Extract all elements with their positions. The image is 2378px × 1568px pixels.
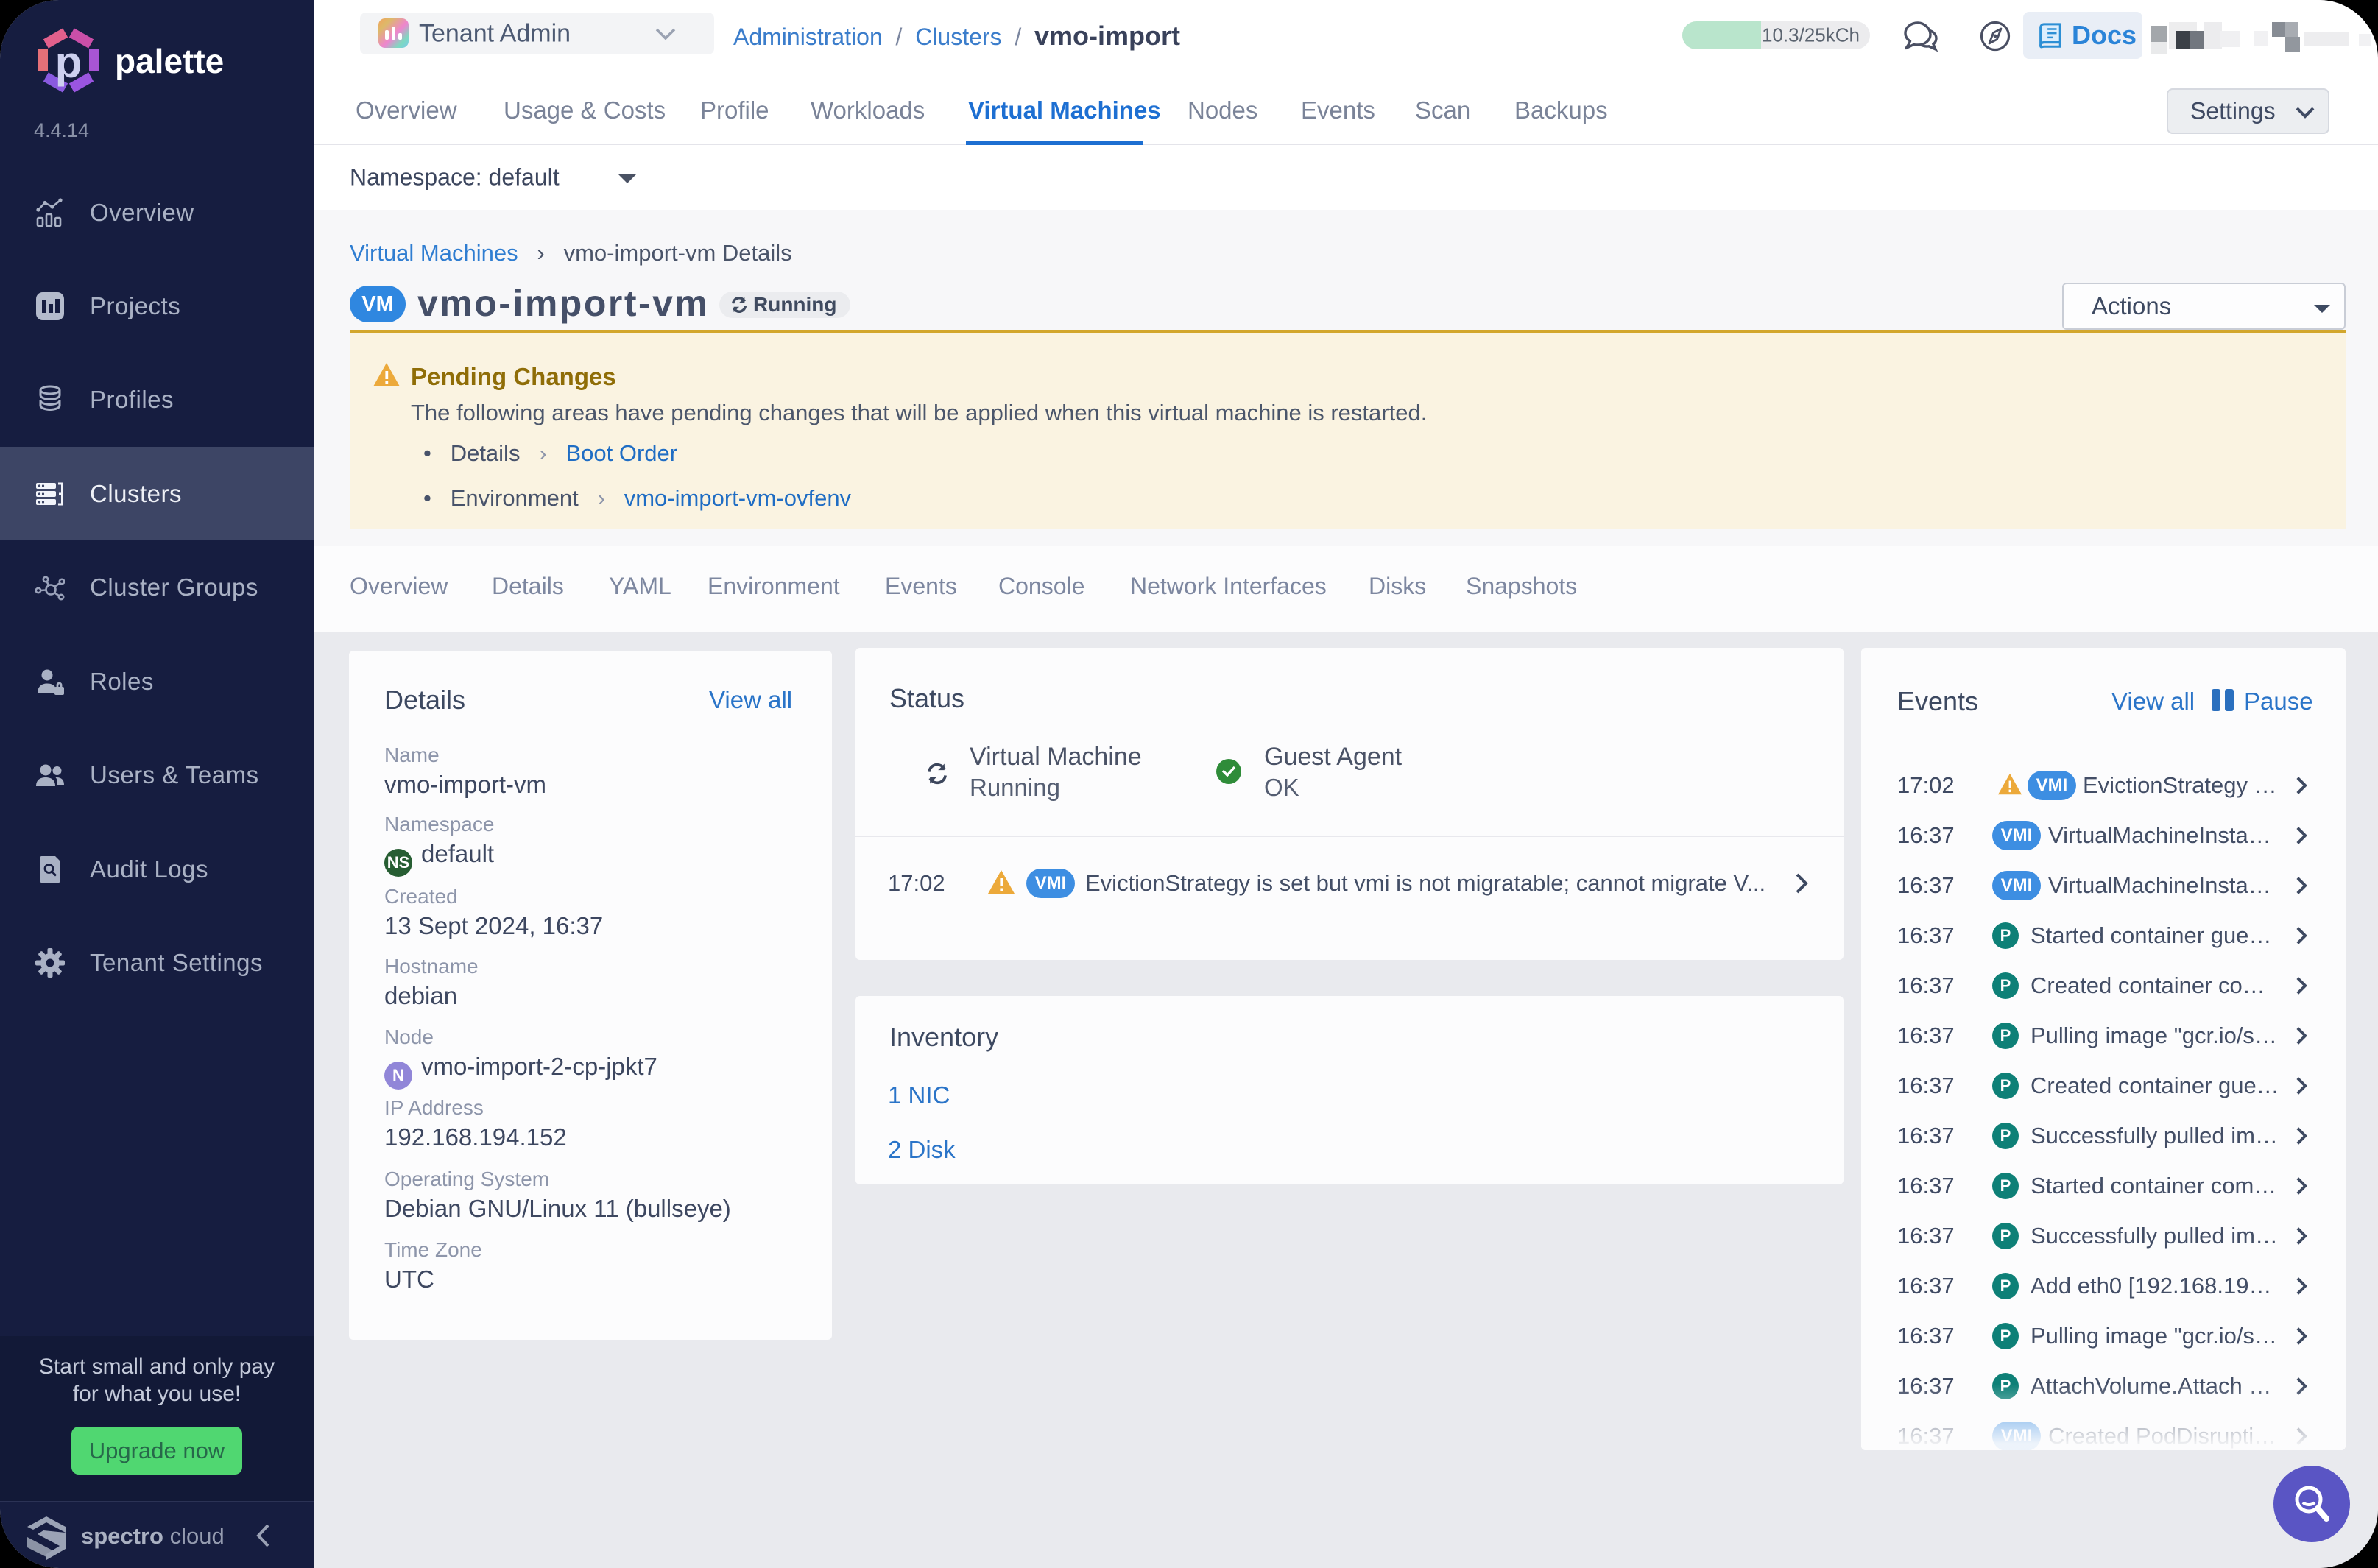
svg-text:p: p — [55, 38, 82, 87]
